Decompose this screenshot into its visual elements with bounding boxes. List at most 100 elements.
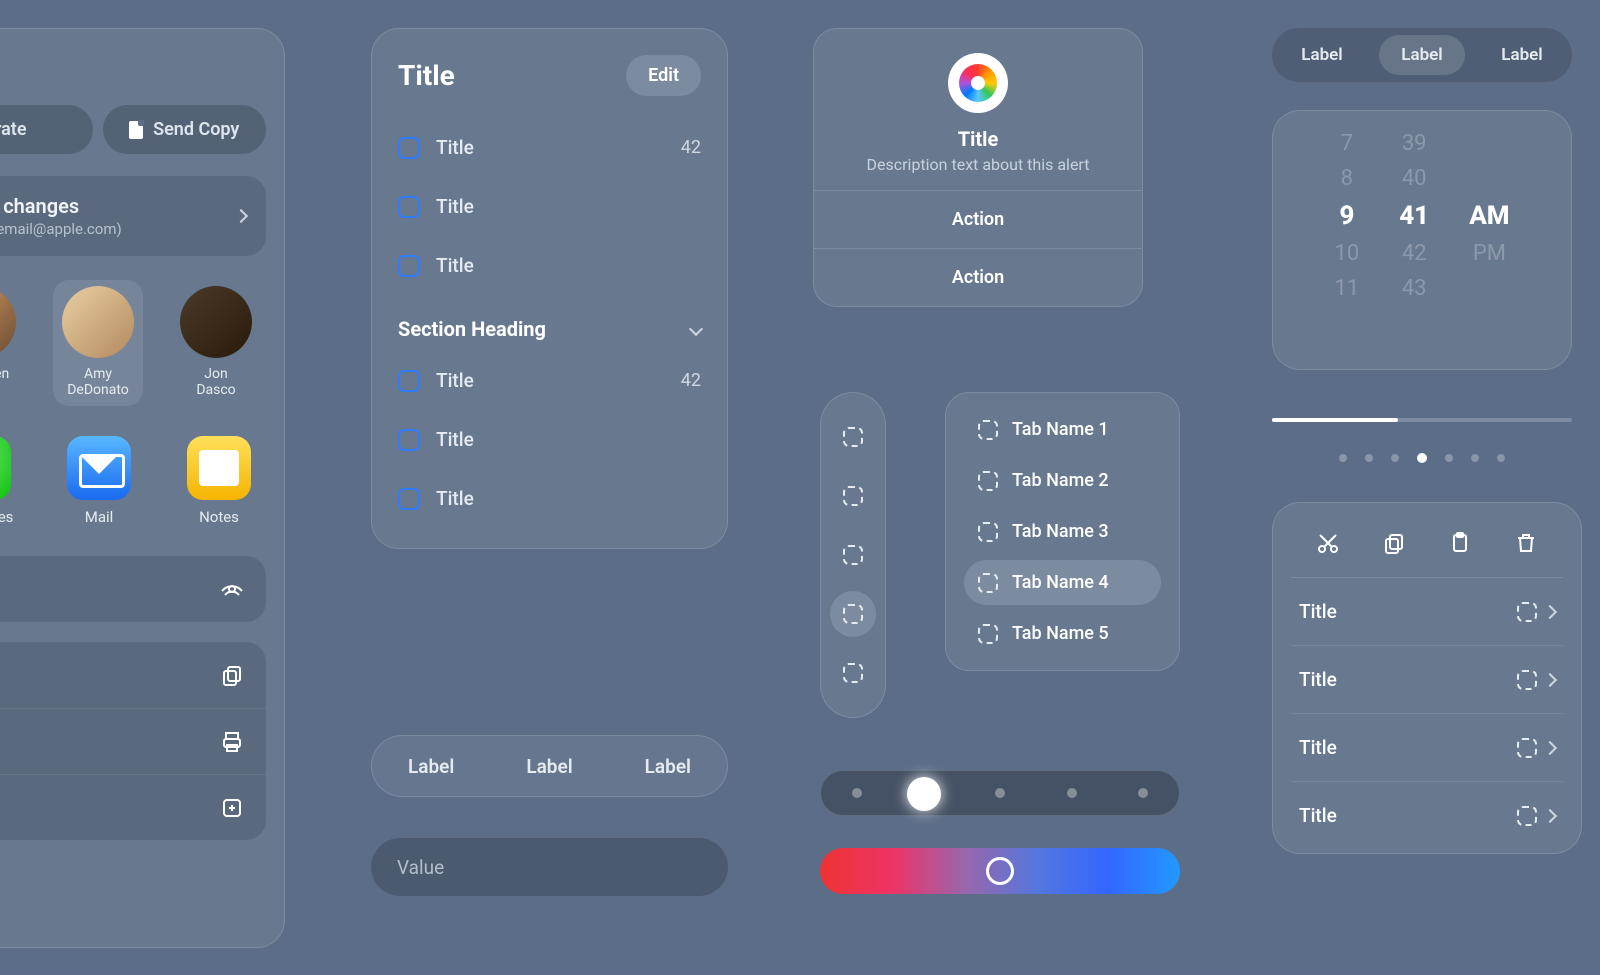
share-contact[interactable]: CarnavenChiu [0, 286, 25, 406]
segment[interactable]: Label [1379, 35, 1464, 75]
stepper-slider[interactable] [820, 770, 1180, 816]
step-dot-icon [1067, 788, 1077, 798]
list-item[interactable]: Title [372, 236, 727, 295]
minute-wheel[interactable]: 39 40 41 42 43 [1399, 131, 1429, 349]
tab-item[interactable]: Tab Name 3 [964, 509, 1161, 554]
make-changes-row[interactable]: make changes Moon (email@apple.com) [0, 176, 266, 256]
slider-thumb[interactable] [986, 857, 1014, 885]
list-item[interactable]: Title [1291, 782, 1563, 853]
checkbox-icon[interactable] [398, 137, 420, 159]
list-item[interactable]: Title [1291, 646, 1563, 714]
tab-item[interactable]: Tab Name 2 [964, 458, 1161, 503]
share-app-mail[interactable]: Mail [55, 436, 143, 526]
avatar [0, 286, 16, 358]
list-item[interactable]: Title [372, 410, 727, 469]
alert-action-button[interactable]: Action [814, 190, 1142, 248]
text-field[interactable]: Value [371, 838, 728, 896]
copy-icon[interactable] [1382, 531, 1406, 559]
slider-thumb[interactable] [907, 777, 941, 811]
placeholder-icon [1517, 602, 1537, 622]
page-dot-icon [1471, 454, 1479, 462]
alert-action-button[interactable]: Action [814, 248, 1142, 306]
chevron-right-icon [1543, 672, 1557, 686]
avatar [62, 286, 134, 358]
rail-tab[interactable] [830, 591, 876, 637]
section-header[interactable]: Section Heading [372, 295, 727, 351]
tab[interactable]: Label [408, 755, 454, 778]
share-sheet: rate Send Copy make changes Moon (email@… [0, 28, 285, 948]
rail-tab[interactable] [830, 532, 876, 578]
placeholder-icon [843, 663, 863, 683]
list-item[interactable]: Title [372, 177, 727, 236]
printer-icon [220, 730, 244, 754]
alert-title: Title [834, 127, 1122, 151]
ampm-wheel[interactable]: . . AM PM . [1469, 131, 1509, 349]
vertical-tab-rail [820, 392, 886, 718]
list-item[interactable]: Title [372, 469, 727, 528]
share-action-copy[interactable] [0, 642, 266, 708]
step-dot-icon [995, 788, 1005, 798]
list-title: Title [398, 59, 455, 92]
checkbox-icon[interactable] [398, 488, 420, 510]
tab[interactable]: Label [526, 755, 572, 778]
placeholder-icon [978, 624, 998, 644]
share-app-messages[interactable]: Messages [0, 436, 23, 526]
list-item[interactable]: Title [1291, 578, 1563, 646]
color-slider[interactable] [820, 848, 1180, 894]
changes-subtitle: Moon (email@apple.com) [0, 220, 122, 238]
placeholder-icon [843, 545, 863, 565]
add-to-icon [220, 796, 244, 820]
placeholder-icon [978, 522, 998, 542]
share-action-print[interactable] [0, 708, 266, 774]
segmented-control: Label Label Label [1272, 28, 1572, 82]
share-action-add[interactable] [0, 774, 266, 840]
hour-wheel[interactable]: 7 8 9 10 11 [1334, 131, 1359, 349]
progress-fill [1272, 418, 1398, 422]
tab-item[interactable]: Tab Name 5 [964, 611, 1161, 656]
checkbox-icon[interactable] [398, 429, 420, 451]
edit-button[interactable]: Edit [626, 55, 701, 96]
list-item[interactable]: Title [1291, 714, 1563, 782]
tab-item[interactable]: Tab Name 1 [964, 407, 1161, 452]
checkbox-icon[interactable] [398, 255, 420, 277]
edit-menu-panel: Title Title Title Title [1272, 502, 1582, 854]
mail-icon [67, 436, 131, 500]
send-copy-pill[interactable]: Send Copy [103, 105, 267, 154]
segment[interactable]: Label [1279, 35, 1364, 75]
checkbox-icon[interactable] [398, 370, 420, 392]
page-indicator[interactable] [1272, 454, 1572, 463]
share-action-airdrop[interactable] [0, 556, 266, 622]
tab[interactable]: Label [645, 755, 691, 778]
placeholder: Value [397, 856, 444, 879]
page-dot-icon [1445, 454, 1453, 462]
step-dot-icon [852, 788, 862, 798]
share-contact[interactable]: AmyDeDonato [53, 280, 143, 406]
list-item[interactable]: Title42 [372, 118, 727, 177]
messages-icon [0, 436, 11, 500]
checkbox-icon[interactable] [398, 196, 420, 218]
collaborate-label: rate [0, 119, 27, 140]
time-picker[interactable]: 7 8 9 10 11 39 40 41 42 43 . . AM PM . [1272, 110, 1572, 370]
copy-icon [220, 663, 244, 687]
placeholder-icon [1517, 670, 1537, 690]
share-app-notes[interactable]: Notes [175, 436, 263, 526]
alert-dialog: Title Description text about this alert … [813, 28, 1143, 307]
page-dot-icon [1497, 454, 1505, 462]
rail-tab[interactable] [830, 650, 876, 696]
tab-item[interactable]: Tab Name 4 [964, 560, 1161, 605]
share-contact[interactable]: JonDasco [171, 286, 261, 406]
changes-title: make changes [0, 194, 122, 218]
cut-icon[interactable] [1316, 531, 1340, 559]
notes-icon [187, 436, 251, 500]
photos-app-icon [948, 53, 1008, 113]
rail-tab[interactable] [830, 473, 876, 519]
page-dot-icon [1417, 453, 1427, 463]
trash-icon[interactable] [1514, 531, 1538, 559]
list-item[interactable]: Title42 [372, 351, 727, 410]
rail-tab[interactable] [830, 414, 876, 460]
paste-icon[interactable] [1448, 531, 1472, 559]
segment[interactable]: Label [1479, 35, 1564, 75]
collaborate-pill[interactable]: rate [0, 105, 93, 154]
placeholder-icon [978, 471, 998, 491]
step-dot-icon [1138, 788, 1148, 798]
